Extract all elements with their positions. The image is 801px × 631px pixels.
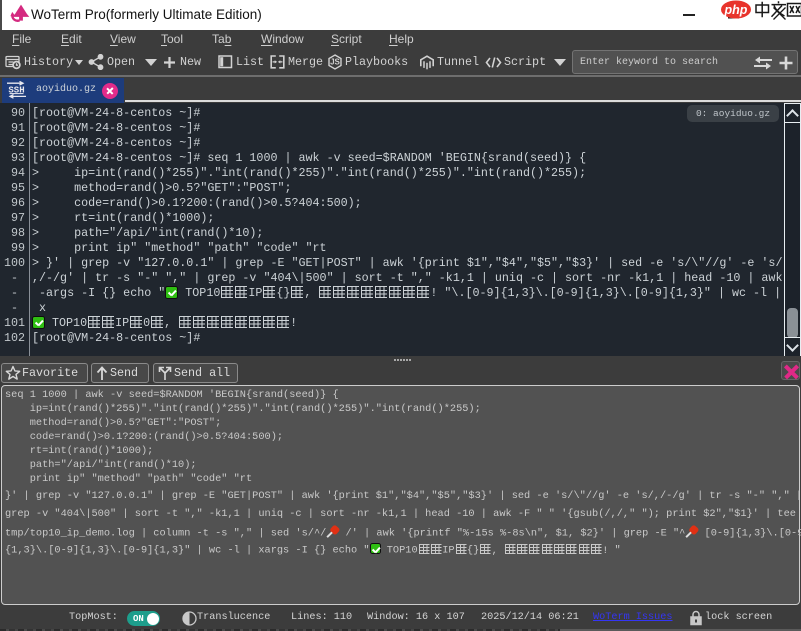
- svg-text:JS: JS: [330, 58, 340, 67]
- svg-text:php: php: [724, 3, 748, 17]
